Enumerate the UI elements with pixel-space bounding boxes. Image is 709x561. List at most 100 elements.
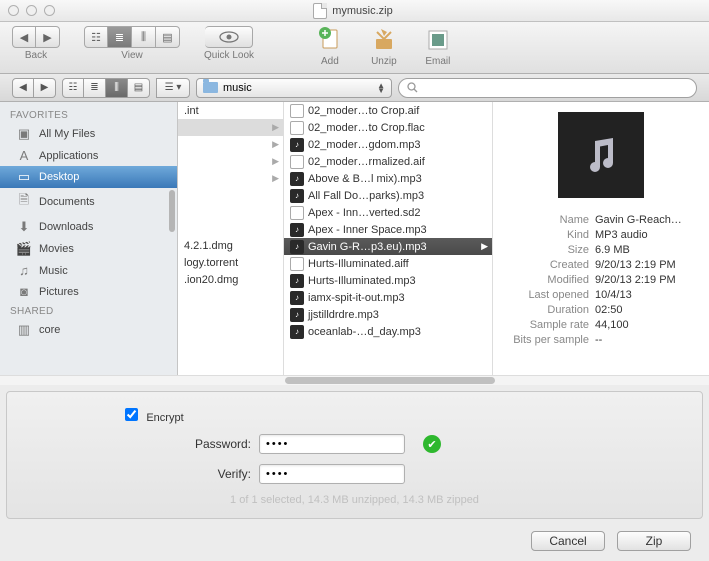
document-icon (313, 3, 327, 19)
sidebar-item-all-my-files[interactable]: ▣All My Files (0, 123, 177, 145)
meta-kind: MP3 audio (595, 229, 699, 241)
list-item[interactable]: ▶ (178, 153, 283, 170)
cancel-button[interactable]: Cancel (531, 531, 605, 551)
list-item[interactable]: ♪oceanlab-…d_day.mp3 (284, 323, 492, 340)
unzip-icon (371, 27, 397, 53)
downloads-icon: ⬇ (16, 219, 32, 235)
chevron-right-icon: ▶ (481, 241, 488, 252)
scrollbar-thumb[interactable] (285, 377, 495, 384)
sidebar-item-pictures[interactable]: ◙Pictures (0, 281, 177, 302)
folder-icon (203, 82, 218, 93)
search-icon (407, 82, 418, 93)
verify-input[interactable] (259, 464, 405, 484)
list-item[interactable]: .ion20.dmg (178, 271, 283, 288)
list-item[interactable]: ♪Gavin G-R…p3.eu).mp3▶ (284, 238, 492, 255)
password-input[interactable] (259, 434, 405, 454)
add-button[interactable] (315, 26, 345, 54)
list-item[interactable]: Apex - Inn…verted.sd2 (284, 204, 492, 221)
sidebar-scrollbar[interactable] (169, 190, 175, 232)
list-item[interactable]: logy.torrent (178, 254, 283, 271)
list-item[interactable]: ♪02_moder…gdom.mp3 (284, 136, 492, 153)
view-icons-button[interactable]: ☷ (62, 78, 84, 98)
list-item[interactable]: ▶ (178, 119, 283, 136)
eye-icon (219, 31, 239, 43)
list-item[interactable]: .int (178, 102, 283, 119)
meta-bits: -- (595, 334, 699, 346)
sidebar-item-documents[interactable]: 🗎Documents (0, 188, 177, 216)
meta-name: Gavin G-Reach… (595, 214, 699, 226)
meta-duration: 02:50 (595, 304, 699, 316)
add-document-icon (317, 27, 343, 53)
path-forward-button[interactable]: ▶ (34, 78, 56, 98)
horizontal-scrollbar[interactable] (0, 375, 709, 385)
chevron-right-icon: ▶ (272, 156, 279, 167)
list-item[interactable]: ♪iamx-spit-it-out.mp3 (284, 289, 492, 306)
preview-thumbnail (558, 112, 644, 198)
view-column-button[interactable]: ⫼ (132, 26, 156, 48)
aif-file-icon (290, 257, 304, 271)
chevron-updown-icon: ▲▼ (377, 83, 385, 93)
forward-button[interactable]: ▶ (36, 26, 60, 48)
mp3-file-icon: ♪ (290, 308, 304, 322)
window-title: mymusic.zip (332, 5, 393, 17)
arrange-button[interactable]: ☰ ▾ (156, 78, 190, 98)
quicklook-button[interactable] (205, 26, 253, 48)
sidebar-item-desktop[interactable]: ▭Desktop (0, 166, 177, 188)
movies-icon: 🎬 (16, 241, 32, 257)
list-item[interactable]: 02_moder…to Crop.flac (284, 119, 492, 136)
back-button[interactable]: ◀ (12, 26, 36, 48)
list-item[interactable]: 02_moder…to Crop.aif (284, 102, 492, 119)
list-item[interactable]: Hurts-Illuminated.aiff (284, 255, 492, 272)
preview-pane: NameGavin G-Reach… KindMP3 audio Size6.9… (493, 102, 709, 375)
pictures-icon: ◙ (16, 284, 32, 299)
list-item[interactable]: ▶ (178, 170, 283, 187)
view-coverflow-button[interactable]: ▤ (128, 78, 150, 98)
email-button[interactable] (423, 26, 453, 54)
list-item[interactable]: ♪All Fall Do…parks).mp3 (284, 187, 492, 204)
sidebar-item-music[interactable]: ♫Music (0, 260, 177, 281)
mp3-file-icon: ♪ (290, 291, 304, 305)
sidebar-item-applications[interactable]: AApplications (0, 145, 177, 166)
path-folder-label: music (223, 82, 252, 94)
path-dropdown[interactable]: music ▲▼ (196, 78, 392, 98)
list-item[interactable]: ♪Apex - Inner Space.mp3 (284, 221, 492, 238)
zip-button[interactable]: Zip (617, 531, 691, 551)
mp3-file-icon: ♪ (290, 274, 304, 288)
desktop-icon: ▭ (16, 169, 32, 185)
view-list2-button[interactable]: ≣ (84, 78, 106, 98)
window-controls (8, 5, 55, 16)
unzip-label: Unzip (371, 56, 397, 67)
sidebar-favorites-head: FAVORITES (0, 106, 177, 123)
close-window-button[interactable] (8, 5, 19, 16)
view-icon-button[interactable]: ☷ (84, 26, 108, 48)
list-item[interactable]: ♪Above & B…l mix).mp3 (284, 170, 492, 187)
zoom-window-button[interactable] (44, 5, 55, 16)
sidebar-item-core[interactable]: ▥core (0, 319, 177, 341)
aif-file-icon (290, 206, 304, 220)
list-item[interactable]: ▶ (178, 136, 283, 153)
list-item[interactable]: ♪Hurts-Illuminated.mp3 (284, 272, 492, 289)
list-item[interactable]: ♪jjstilldrdre.mp3 (284, 306, 492, 323)
list-item[interactable]: 02_moder…rmalized.aif (284, 153, 492, 170)
mp3-file-icon: ♪ (290, 240, 304, 254)
music-note-icon (579, 133, 623, 177)
sidebar: FAVORITES ▣All My Files AApplications ▭D… (0, 102, 178, 375)
path-back-button[interactable]: ◀ (12, 78, 34, 98)
sidebar-item-downloads[interactable]: ⬇Downloads (0, 216, 177, 238)
quicklook-label: Quick Look (204, 50, 254, 61)
add-label: Add (321, 56, 339, 67)
meta-opened: 10/4/13 (595, 289, 699, 301)
search-input[interactable] (398, 78, 697, 98)
view-cover-button[interactable]: ▤ (156, 26, 180, 48)
applications-icon: A (16, 148, 32, 163)
view-list-button[interactable]: ≣ (108, 26, 132, 48)
list-item[interactable]: 4.2.1.dmg (178, 237, 283, 254)
sidebar-item-movies[interactable]: 🎬Movies (0, 238, 177, 260)
unzip-button[interactable] (369, 26, 399, 54)
encrypt-checkbox[interactable] (125, 408, 138, 421)
chevron-right-icon: ▶ (272, 173, 279, 184)
music-icon: ♫ (16, 263, 32, 278)
minimize-window-button[interactable] (26, 5, 37, 16)
email-label: Email (425, 56, 450, 67)
view-columns-button[interactable]: ⫼ (106, 78, 128, 98)
